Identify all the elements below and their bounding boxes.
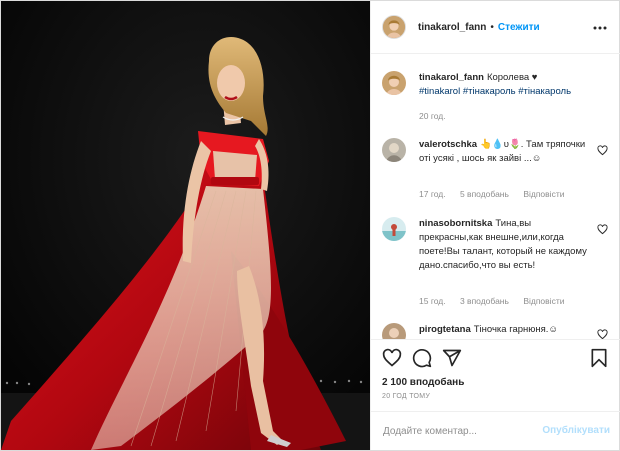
comment-icon[interactable] (412, 348, 432, 368)
post-photo[interactable] (1, 1, 370, 450)
caption-time: 20 год. (419, 111, 446, 121)
comment-item: pirogtetana Тіночка гарнюня.☺ (382, 323, 608, 339)
comment-text-block: ninasobornitska Тина,вы прекрасны,как вне… (419, 217, 589, 273)
add-comment-bar: Опублікувати (371, 411, 620, 450)
share-icon[interactable] (442, 348, 462, 368)
comment-like-heart-icon[interactable] (597, 224, 608, 235)
instagram-post: tinakarol_fann • Стежити tinakarol_fann К… (0, 0, 620, 451)
comment-text: Тіночка гарнюня.☺ (473, 324, 559, 335)
header-username[interactable]: tinakarol_fann (418, 22, 486, 33)
follow-button[interactable]: Стежити (498, 22, 540, 33)
comment-username[interactable]: pirogtetana (419, 324, 471, 335)
comment-text-block: valerotschka 👆💧υ🌷. Там тряпочки оті усякі… (419, 138, 589, 166)
more-icon[interactable] (592, 20, 608, 36)
caption-avatar[interactable] (382, 71, 406, 95)
comment-username[interactable]: valerotschka (419, 139, 477, 150)
comment-likes[interactable]: 3 вподобань (460, 296, 509, 306)
post-actions (371, 339, 620, 379)
comment-meta: 15 год. 3 вподобань Відповісти (419, 296, 576, 306)
post-side-panel: tinakarol_fann • Стежити tinakarol_fann К… (370, 1, 620, 450)
caption-text: Королева ♥ (486, 72, 538, 83)
comment-avatar[interactable] (382, 323, 406, 339)
header-separator: • (490, 21, 494, 33)
post-header: tinakarol_fann • Стежити (371, 1, 620, 54)
comment-like-heart-icon[interactable] (597, 145, 608, 156)
caption-hashtags[interactable]: #tinakarol #тінакароль #тінакароль (419, 86, 571, 97)
caption-meta: 20 год. (419, 111, 458, 121)
comment-item: ninasobornitska Тина,вы прекрасны,как вне… (382, 217, 608, 313)
comment-text-block: pirogtetana Тіночка гарнюня.☺ (419, 323, 589, 337)
comment-likes[interactable]: 5 вподобань (460, 189, 509, 199)
comment-item: valerotschka 👆💧υ🌷. Там тряпочки оті усякі… (382, 138, 608, 213)
caption: tinakarol_fann Королева ♥ #tinakarol #тін… (382, 71, 608, 131)
bookmark-icon[interactable] (589, 348, 609, 368)
comment-avatar[interactable] (382, 217, 406, 241)
comment-time: 15 год. (419, 296, 446, 306)
heart-icon[interactable] (382, 348, 402, 368)
photo-illustration (1, 1, 370, 450)
caption-username[interactable]: tinakarol_fann (419, 72, 484, 83)
comment-avatar[interactable] (382, 138, 406, 162)
comments-list[interactable]: tinakarol_fann Королева ♥ #tinakarol #тін… (371, 55, 620, 339)
header-avatar[interactable] (382, 15, 406, 39)
publish-button[interactable]: Опублікувати (542, 425, 610, 436)
add-comment-input[interactable] (383, 425, 543, 437)
comment-meta: 17 год. 5 вподобань Відповісти (419, 189, 576, 199)
post-timestamp[interactable]: 20 ГОД ТОМУ (382, 393, 430, 400)
comment-reply-button[interactable]: Відповісти (523, 189, 564, 199)
likes-count[interactable]: 2 100 вподобань (382, 377, 464, 388)
comment-like-heart-icon[interactable] (597, 329, 608, 339)
comment-username[interactable]: ninasobornitska (419, 218, 492, 229)
comment-time: 17 год. (419, 189, 446, 199)
comment-reply-button[interactable]: Відповісти (523, 296, 564, 306)
caption-text-block: tinakarol_fann Королева ♥ #tinakarol #тін… (419, 71, 589, 99)
